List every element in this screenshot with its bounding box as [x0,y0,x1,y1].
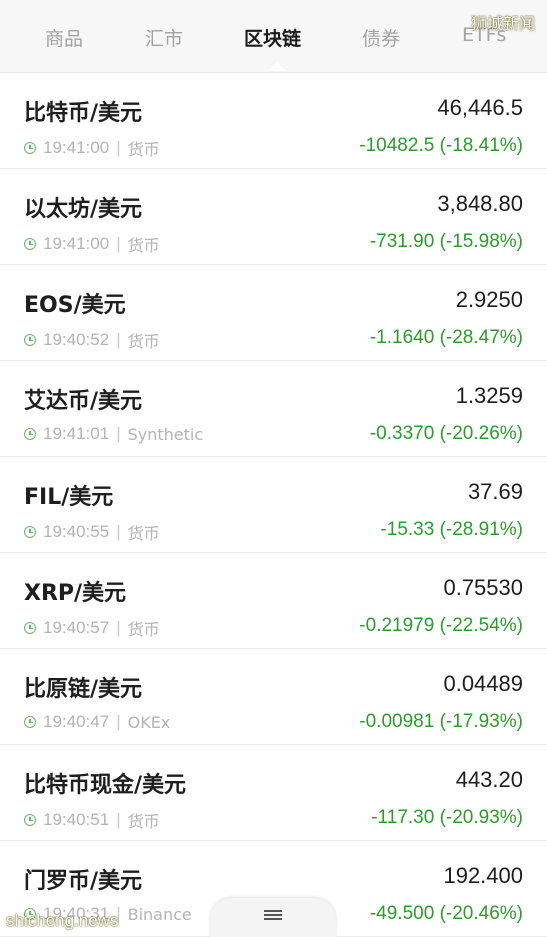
price-change: -0.21979 (-22.54%) [359,615,523,636]
last-price: 192.400 [443,863,523,888]
quote-time: 19:41:01 [43,424,110,443]
instrument-name: 艾达币/美元 [24,389,143,414]
clock-icon [24,526,36,538]
last-price: 1.3259 [455,383,523,408]
category-tab-bar: 商品 汇市 区块链 债券 ETFs 狮城新闻 [0,0,547,73]
instrument-name: XRP/美元 [24,581,127,606]
instrument-name: 门罗币/美元 [24,869,143,894]
last-price: 46,446.5 [437,95,523,120]
price-change: -0.3370 (-20.26%) [369,423,523,444]
watermark-site-text: shicheng.news [6,911,119,930]
clock-icon [24,814,36,826]
quote-time: 19:41:00 [43,138,110,157]
quote-row[interactable]: 比原链/美元 0.04489 19:40:47 | OKEx -0.00981 … [0,649,547,745]
last-price: 0.75530 [443,575,523,600]
meta-separator: | [116,712,121,731]
quote-meta: 19:40:51 | 货币 [24,808,160,832]
quote-row[interactable]: 比特币现金/美元 443.20 19:40:51 | 货币 -117.30 (-… [0,745,547,841]
quote-meta: 19:40:57 | 货币 [24,616,160,640]
price-change: -10482.5 (-18.41%) [359,135,523,156]
quote-row[interactable]: 比特币/美元 46,446.5 19:41:00 | 货币 -10482.5 (… [0,73,547,169]
quote-time: 19:41:00 [43,234,110,253]
meta-separator: | [116,424,121,443]
instrument-name: FIL/美元 [24,485,114,510]
meta-separator: | [116,618,121,637]
quote-source: 货币 [127,524,160,543]
clock-icon [24,334,36,346]
instrument-name: 比特币/美元 [24,101,143,126]
menu-lines-icon [264,910,282,920]
quote-time: 19:40:51 [43,810,110,829]
quote-meta: 19:40:55 | 货币 [24,520,160,544]
quote-source: 货币 [127,812,160,831]
tab-blockchain[interactable]: 区块链 [244,24,301,51]
quote-source: Binance [127,904,192,924]
price-change: -0.00981 (-17.93%) [359,711,523,732]
quote-source: Synthetic [127,424,204,444]
quote-source: OKEx [127,712,171,732]
quote-meta: 19:40:52 | 货币 [24,328,160,352]
quote-row[interactable]: FIL/美元 37.69 19:40:55 | 货币 -15.33 (-28.9… [0,457,547,553]
tab-forex[interactable]: 汇市 [145,24,183,51]
meta-separator: | [116,234,121,253]
quote-meta: 19:40:47 | OKEx [24,712,170,732]
price-change: -15.33 (-28.91%) [380,519,523,540]
last-price: 2.9250 [455,287,523,312]
quote-time: 19:40:57 [43,618,110,637]
quote-time: 19:40:52 [43,330,110,349]
instrument-name: EOS/美元 [24,293,126,318]
quote-meta: 19:41:01 | Synthetic [24,424,203,444]
last-price: 3,848.80 [437,191,523,216]
meta-separator: | [116,330,121,349]
price-change: -117.30 (-20.93%) [371,807,523,828]
quote-list: 比特币/美元 46,446.5 19:41:00 | 货币 -10482.5 (… [0,73,547,937]
quote-row[interactable]: 艾达币/美元 1.3259 19:41:01 | Synthetic -0.33… [0,361,547,457]
quote-row[interactable]: EOS/美元 2.9250 19:40:52 | 货币 -1.1640 (-28… [0,265,547,361]
quote-source: 货币 [127,236,160,255]
clock-icon [24,428,36,440]
instrument-name: 比原链/美元 [24,677,143,702]
clock-icon [24,716,36,728]
quote-time: 19:40:47 [43,712,110,731]
last-price: 0.04489 [443,671,523,696]
meta-separator: | [116,810,121,829]
bottom-drawer-handle[interactable] [210,898,336,937]
tab-bonds[interactable]: 债券 [362,24,400,51]
tab-commodities[interactable]: 商品 [45,24,83,51]
quote-row[interactable]: XRP/美元 0.75530 19:40:57 | 货币 -0.21979 (-… [0,553,547,649]
quote-source: 货币 [127,140,160,159]
watermark-logo-text: 狮城新闻 [470,14,535,33]
quote-row[interactable]: 以太坊/美元 3,848.80 19:41:00 | 货币 -731.90 (-… [0,169,547,265]
meta-separator: | [116,138,121,157]
price-change: -49.500 (-20.46%) [369,903,523,924]
active-tab-indicator [268,62,286,71]
clock-icon [24,142,36,154]
price-change: -731.90 (-15.98%) [369,231,523,252]
quote-meta: 19:41:00 | 货币 [24,232,160,256]
last-price: 37.69 [467,479,523,504]
last-price: 443.20 [455,767,523,792]
clock-icon [24,238,36,250]
quote-meta: 19:41:00 | 货币 [24,136,160,160]
clock-icon [24,622,36,634]
quote-source: 货币 [127,332,160,351]
instrument-name: 比特币现金/美元 [24,773,187,798]
instrument-name: 以太坊/美元 [24,197,143,222]
quote-source: 货币 [127,620,160,639]
meta-separator: | [116,522,121,541]
quote-time: 19:40:55 [43,522,110,541]
price-change: -1.1640 (-28.47%) [369,327,523,348]
